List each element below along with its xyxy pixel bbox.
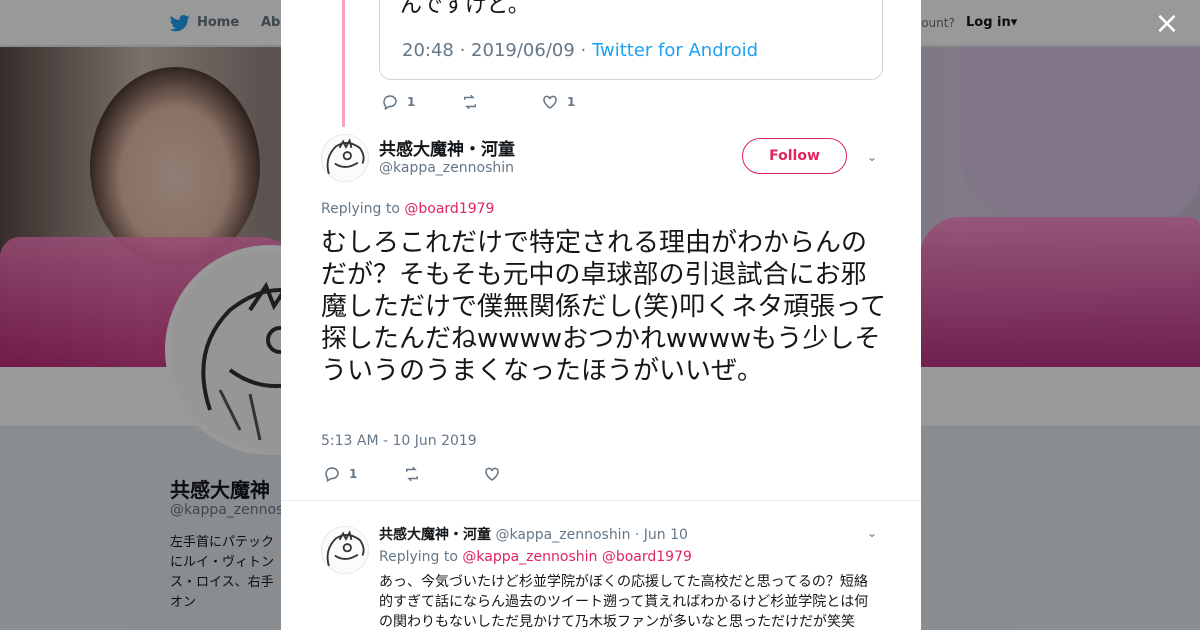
kappa-sketch-icon (322, 135, 368, 181)
replying-to-line: Replying to @board1979 (321, 201, 494, 217)
reply-author-name[interactable]: 共感大魔神・河童 (379, 527, 491, 543)
retweet-button[interactable] (403, 465, 483, 483)
replying-to-link[interactable]: @board1979 (404, 201, 494, 217)
reply-tweet-text: あっ、今気づいたけど杉並学院がぼくの応援してた高校だと思ってるの？短絡的すぎて話… (379, 574, 869, 630)
replying-to-prefix: Replying to (321, 201, 405, 217)
quoted-meta-time: 20:48 · 2019/06/09 · (402, 40, 592, 61)
like-count: 1 (567, 95, 576, 109)
reply-count: 1 (407, 95, 416, 109)
author-name[interactable]: 共感大魔神・河童 (379, 135, 515, 160)
follow-button[interactable]: Follow (742, 138, 847, 174)
parent-tweet-partial-text: んですけど。 (400, 0, 530, 18)
parent-tweet-actions: 1 1 (381, 92, 621, 112)
replying-to-link[interactable]: @kappa_zennoshin (462, 549, 597, 565)
retweet-icon (406, 466, 418, 482)
reply-button[interactable]: 1 (323, 465, 403, 483)
replying-to-link[interactable]: @board1979 (602, 549, 692, 565)
reply-count: 1 (349, 467, 358, 481)
heart-icon (485, 467, 499, 481)
author-avatar[interactable] (321, 134, 369, 182)
parent-tweet-media-card[interactable]: んですけど。 20:48 · 2019/06/09 · Twitter for … (379, 0, 883, 80)
author-handle[interactable]: @kappa_zennoshin (379, 160, 514, 176)
close-icon[interactable]: × (1154, 9, 1180, 39)
retweet-icon (464, 94, 476, 110)
like-button[interactable]: 1 (541, 93, 621, 111)
reply-tweet-header: 共感大魔神・河童 @kappa_zennoshin · Jun 10 (379, 524, 688, 544)
quoted-meta-client: Twitter for Android (591, 40, 759, 61)
like-button[interactable] (483, 465, 563, 483)
heart-icon (543, 95, 557, 109)
main-tweet-actions: 1 (323, 464, 563, 484)
section-divider (281, 500, 921, 501)
reply-icon (383, 95, 397, 111)
reply-author-handle[interactable]: @kappa_zennoshin (495, 527, 630, 543)
reply-date[interactable]: · Jun 10 (635, 527, 688, 543)
thread-connector-line (342, 0, 345, 127)
quoted-tweet-meta: 20:48 · 2019/06/09 · Twitter for Android (402, 40, 758, 61)
chevron-down-icon[interactable]: ⌄ (865, 526, 879, 540)
reply-button[interactable]: 1 (381, 93, 461, 111)
kappa-sketch-icon (322, 527, 368, 573)
chevron-down-icon[interactable]: ⌄ (865, 150, 879, 164)
retweet-button[interactable] (461, 93, 541, 111)
tweet-permalink-modal: んですけど。 20:48 · 2019/06/09 · Twitter for … (281, 0, 921, 630)
tweet-text: むしろこれだけで特定される理由がわからんのだが？そもそも元中の卓球部の引退試合に… (321, 228, 886, 386)
replying-to-prefix: Replying to (379, 549, 463, 565)
reply-replying-to-line: Replying to @kappa_zennoshin @board1979 (379, 549, 692, 565)
reply-icon (325, 467, 339, 483)
reply-author-avatar[interactable] (321, 526, 369, 574)
tweet-timestamp[interactable]: 5:13 AM - 10 Jun 2019 (321, 433, 477, 449)
